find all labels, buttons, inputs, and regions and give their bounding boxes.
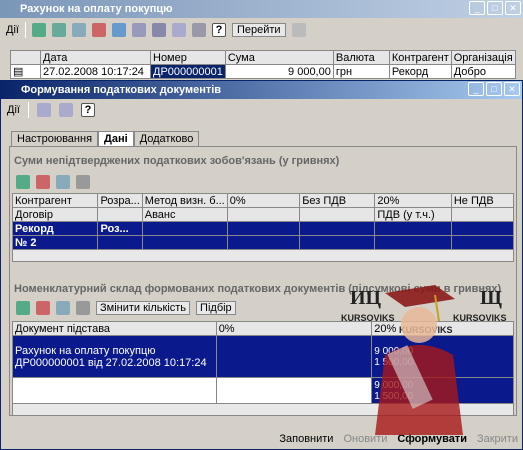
minimize-button[interactable]: _ xyxy=(468,82,484,96)
tab-bar: Настроювання Дані Додатково xyxy=(11,131,200,146)
maximize-button[interactable]: □ xyxy=(486,82,502,96)
refresh-icon[interactable] xyxy=(111,23,126,37)
select-button[interactable]: Підбір xyxy=(196,301,236,315)
section2-table: Документ підстава 0% 20% Рахунок на опла… xyxy=(12,321,514,416)
go-menu[interactable]: Перейти xyxy=(231,23,286,37)
table-row[interactable]: Рахунок на оплату покупцю ДР000000001 ві… xyxy=(12,335,514,378)
bg-window-controls: _ □ ✕ xyxy=(469,1,521,15)
fg-actions-menu[interactable]: Дії xyxy=(7,104,20,116)
bg-titlebar: Рахунок на оплату покупцю xyxy=(0,0,523,18)
tab-settings[interactable]: Настроювання xyxy=(11,131,99,146)
section1-header: Контрагент Розра... Метод визн. б... 0% … xyxy=(11,193,515,208)
minimize-button[interactable]: _ xyxy=(469,1,485,15)
help-icon[interactable]: ? xyxy=(211,23,226,37)
add-icon[interactable] xyxy=(31,23,46,37)
fill-button[interactable]: Заповнити xyxy=(279,433,333,445)
copy-icon[interactable] xyxy=(76,175,90,189)
tab-data[interactable]: Дані xyxy=(98,131,134,146)
total-20: 9 000,00 xyxy=(374,379,414,391)
bg-table-header: Дата Номер Сума Валюта Контрагент Органі… xyxy=(10,50,516,65)
search-icon[interactable] xyxy=(131,23,146,37)
delete-icon[interactable] xyxy=(91,23,106,37)
maximize-button[interactable]: □ xyxy=(487,1,503,15)
up-arrow-icon[interactable] xyxy=(36,103,51,117)
section1-toolbar xyxy=(16,175,90,189)
update-button[interactable]: Оновити xyxy=(343,433,387,445)
footer: Заповнити Оновити Сформувати Закрити xyxy=(279,433,518,445)
toolbar-separator xyxy=(24,22,26,38)
down-arrow-icon[interactable] xyxy=(58,103,73,117)
bg-toolbar: Дії ? Перейти xyxy=(0,18,523,42)
toolbar-separator xyxy=(27,102,29,118)
scrollbar-row[interactable] xyxy=(12,403,514,416)
col-counterparty[interactable]: Контрагент xyxy=(388,50,452,65)
col-sum[interactable]: Сума xyxy=(224,50,334,65)
bg-table: Дата Номер Сума Валюта Контрагент Органі… xyxy=(10,50,516,79)
value-20: 9 000,00 xyxy=(374,345,414,357)
vat-20: 1 500,00 xyxy=(374,356,414,368)
copy-icon[interactable] xyxy=(51,23,66,37)
empty-row: 9 000,00 1 500,00 xyxy=(12,377,514,404)
add-icon[interactable] xyxy=(16,175,30,189)
structure-icon[interactable] xyxy=(191,23,206,37)
help-icon[interactable]: ? xyxy=(80,103,95,117)
filter-icon[interactable] xyxy=(151,23,166,37)
copy-icon[interactable] xyxy=(76,301,90,315)
add-icon[interactable] xyxy=(16,301,30,315)
fg-window: Формування податкових документів _ □ ✕ Д… xyxy=(0,80,523,450)
col-date[interactable]: Дата xyxy=(40,50,151,65)
print-icon[interactable] xyxy=(291,23,306,37)
edit-icon[interactable] xyxy=(71,23,86,37)
change-qty-button[interactable]: Змінити кількість xyxy=(96,301,191,315)
section1-table: Контрагент Розра... Метод визн. б... 0% … xyxy=(11,193,515,262)
scrollbar-row[interactable] xyxy=(12,249,514,262)
fg-title: Формування податкових документів xyxy=(21,84,222,96)
delete-icon[interactable] xyxy=(36,175,50,189)
tab-extra[interactable]: Додатково xyxy=(133,131,200,146)
section2-header: Документ підстава 0% 20% xyxy=(12,321,514,336)
section1-subheader: Договір Аванс ПДВ (у т.ч.) xyxy=(11,207,515,222)
bg-actions-menu[interactable]: Дії xyxy=(6,24,19,36)
fg-toolbar: Дії ? xyxy=(1,99,522,121)
table-row[interactable]: Рекорд Роз... xyxy=(11,221,515,236)
fg-window-controls: _ □ ✕ xyxy=(468,82,520,96)
close-button[interactable]: ✕ xyxy=(505,1,521,15)
section2-title: Номенклатурний склад формованих податков… xyxy=(14,283,502,295)
close-footer-button[interactable]: Закрити xyxy=(477,433,518,445)
fg-titlebar: Формування податкових документів xyxy=(1,81,522,99)
col-number[interactable]: Номер xyxy=(150,50,226,65)
sort-icon[interactable] xyxy=(171,23,186,37)
section2-toolbar: Змінити кількість Підбір xyxy=(16,301,236,315)
table-row[interactable]: ▤ 27.02.2008 10:17:24 ДР000000001 9 000,… xyxy=(10,64,516,79)
form-button[interactable]: Сформувати xyxy=(397,433,467,445)
col-organization[interactable]: Організація xyxy=(450,50,516,65)
bg-window: Рахунок на оплату покупцю _ □ ✕ Дії ? Пе… xyxy=(0,0,523,82)
edit-icon[interactable] xyxy=(56,175,70,189)
doc-icon: ▤ xyxy=(10,64,41,79)
total-vat: 1 500,00 xyxy=(374,390,414,402)
tab-panel: Суми непідтверджених податкових зобов'яз… xyxy=(9,146,517,416)
delete-icon[interactable] xyxy=(36,301,50,315)
edit-icon[interactable] xyxy=(56,301,70,315)
table-row[interactable]: № 2 xyxy=(11,235,515,250)
close-button[interactable]: ✕ xyxy=(504,82,520,96)
section1-title: Суми непідтверджених податкових зобов'яз… xyxy=(14,155,340,167)
bg-title: Рахунок на оплату покупцю xyxy=(20,3,173,15)
col-currency[interactable]: Валюта xyxy=(332,50,390,65)
